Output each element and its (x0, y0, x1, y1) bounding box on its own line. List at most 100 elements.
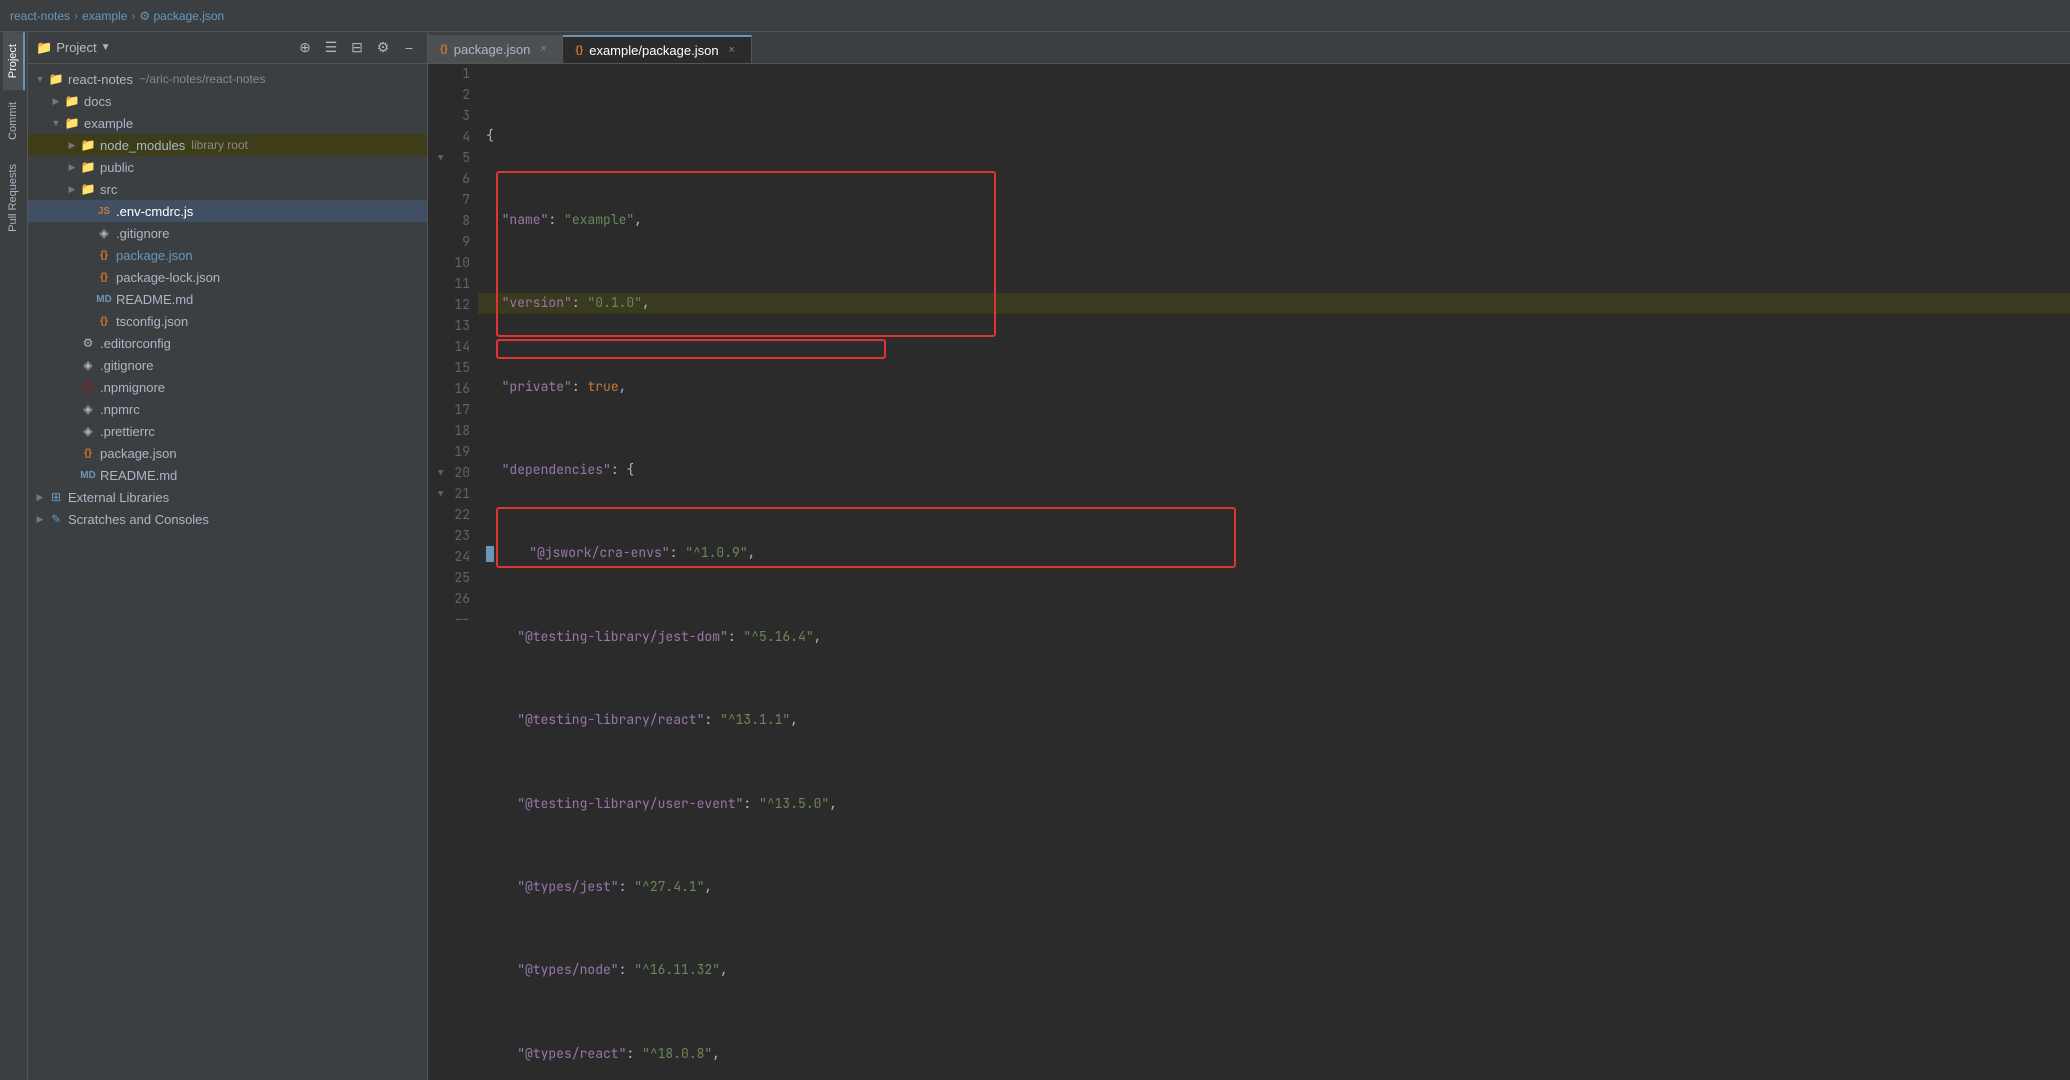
md-icon: MD (80, 467, 96, 483)
folder-icon: 📁 (80, 159, 96, 175)
tree-item-env-cmdrc[interactable]: JS .env-cmdrc.js (28, 200, 427, 222)
line-num-2: 2 (440, 85, 470, 106)
tree-item-npmignore[interactable]: ⬡ .npmignore (28, 376, 427, 398)
tree-item-readme-inner[interactable]: MD README.md (28, 288, 427, 310)
tree-item-npmrc[interactable]: ◈ .npmrc (28, 398, 427, 420)
code-line-9: "@testing-library/user-event": "^13.5.0"… (478, 794, 2070, 815)
columns-icon[interactable]: ⊟ (347, 38, 367, 58)
tab-package-json[interactable]: {} package.json × (428, 35, 563, 63)
line-num-13: 13 (440, 316, 470, 337)
tree-item-package-json-outer[interactable]: {} package.json (28, 442, 427, 464)
code-line-11: "@types/node": "^16.11.32", (478, 960, 2070, 981)
line-num-4: 4 (440, 127, 470, 148)
md-icon: MD (96, 291, 112, 307)
tree-item-editorconfig[interactable]: ⚙ .editorconfig (28, 332, 427, 354)
line-num-21: ▼21 (440, 484, 470, 505)
tree-label-readme-outer: README.md (100, 468, 177, 483)
line-num-26: 26 (440, 589, 470, 610)
code-line-4: "private": true, (478, 377, 2070, 398)
file-icon: ◈ (80, 423, 96, 439)
tree-item-readme-outer[interactable]: MD README.md (28, 464, 427, 486)
tree-label-src: src (100, 182, 117, 197)
tree-item-example[interactable]: 📁 example (28, 112, 427, 134)
line-num-23: 23 (440, 526, 470, 547)
tree-item-prettierrc[interactable]: ◈ .prettierrc (28, 420, 427, 442)
breadcrumb-sep-2: › (131, 9, 135, 23)
no-arrow (64, 357, 80, 373)
line-num-18: 18 (440, 421, 470, 442)
sc-icon: ✎ (48, 511, 64, 527)
tree-item-scratches[interactable]: ✎ Scratches and Consoles (28, 508, 427, 530)
chevron-down-icon (48, 115, 64, 131)
line-num-19: 19 (440, 442, 470, 463)
editor-wrapper: 1 2 3 4 ▼5 6 7 8 9 10 11 12 13 14 15 (428, 64, 2070, 1080)
line-num-6: 6 (440, 169, 470, 190)
tree-item-gitignore-outer[interactable]: ◈ .gitignore (28, 354, 427, 376)
project-toolbar: 📁 Project ▼ ⊕ ☰ ⊟ ⚙ − (28, 32, 427, 64)
tree-item-node-modules[interactable]: 📁 node_modules library root (28, 134, 427, 156)
gutter-marker (486, 546, 494, 562)
tab-close-button[interactable]: × (725, 43, 739, 57)
no-arrow (80, 313, 96, 329)
vtab-project[interactable]: Project (3, 32, 25, 90)
breadcrumb-root[interactable]: react-notes (10, 9, 70, 23)
tree-item-src[interactable]: 📁 src (28, 178, 427, 200)
breadcrumb-file-icon: ⚙ (139, 9, 150, 23)
no-arrow (80, 291, 96, 307)
tree-label-env-cmdrc: .env-cmdrc.js (116, 204, 193, 219)
tree-label-gitignore-inner: .gitignore (116, 226, 169, 241)
list-icon[interactable]: ☰ (321, 38, 341, 58)
git-icon: ◈ (80, 357, 96, 373)
code-area[interactable]: { "name": "example", "version": "0.1.0",… (478, 64, 2070, 1080)
gear-icon: ⚙ (80, 335, 96, 351)
gear-icon[interactable]: ⚙ (373, 38, 393, 58)
tree-label-readme-inner: README.md (116, 292, 193, 307)
tree-label-external-libs: External Libraries (68, 490, 169, 505)
tree-label-npmignore: .npmignore (100, 380, 165, 395)
tree-label-editorconfig: .editorconfig (100, 336, 171, 351)
editor-content[interactable]: 1 2 3 4 ▼5 6 7 8 9 10 11 12 13 14 15 (428, 64, 2070, 1080)
folder-icon: 📁 (36, 40, 52, 56)
code-line-10: "@types/jest": "^27.4.1", (478, 877, 2070, 898)
file-tree: 📁 react-notes ~/aric-notes/react-notes 📁… (28, 64, 427, 1080)
tree-item-package-lock-json[interactable]: {} package-lock.json (28, 266, 427, 288)
titlebar: react-notes › example › ⚙ package.json (0, 0, 2070, 32)
tree-label-prettierrc: .prettierrc (100, 424, 155, 439)
tree-item-external-libs[interactable]: ⊞ External Libraries (28, 486, 427, 508)
tree-item-gitignore-inner[interactable]: ◈ .gitignore (28, 222, 427, 244)
chevron-right-icon (64, 181, 80, 197)
minus-icon[interactable]: − (399, 38, 419, 58)
tab-close-button[interactable]: × (536, 42, 550, 56)
globe-icon[interactable]: ⊕ (295, 38, 315, 58)
folder-icon: 📁 (80, 137, 96, 153)
no-arrow (64, 467, 80, 483)
tab-example-package-json[interactable]: {} example/package.json × (563, 35, 751, 63)
tree-item-package-json-inner[interactable]: {} package.json (28, 244, 427, 266)
vtab-commit[interactable]: Commit (3, 90, 25, 152)
tab-label: example/package.json (589, 43, 718, 58)
tree-item-docs[interactable]: 📁 docs (28, 90, 427, 112)
code-line-8: "@testing-library/react": "^13.1.1", (478, 710, 2070, 731)
fold-icon-scripts: ▼ (438, 487, 443, 501)
no-arrow (80, 269, 96, 285)
chevron-right-icon (48, 93, 64, 109)
line-num-8: 8 (440, 211, 470, 232)
tree-item-react-notes-root[interactable]: 📁 react-notes ~/aric-notes/react-notes (28, 68, 427, 90)
fold-icon: ▼ (438, 151, 443, 165)
tree-item-public[interactable]: 📁 public (28, 156, 427, 178)
breadcrumb-example[interactable]: example (82, 9, 127, 23)
line-num-24: 24 (440, 547, 470, 568)
json-icon: {} (96, 247, 112, 263)
code-line-3: "version": "0.1.0", (478, 293, 2070, 314)
project-title[interactable]: 📁 Project ▼ (36, 40, 113, 56)
tree-item-tsconfig[interactable]: {} tsconfig.json (28, 310, 427, 332)
line-num-3: 3 (440, 106, 470, 127)
line-num-22: 22 (440, 505, 470, 526)
folder-icon: 📁 (80, 181, 96, 197)
tree-label-example: example (84, 116, 133, 131)
code-line-5: "dependencies": { (478, 460, 2070, 481)
file-icon: ◈ (80, 401, 96, 417)
line-num-5: ▼5 (440, 148, 470, 169)
no-arrow (64, 379, 80, 395)
vtab-pull-requests[interactable]: Pull Requests (3, 152, 25, 244)
